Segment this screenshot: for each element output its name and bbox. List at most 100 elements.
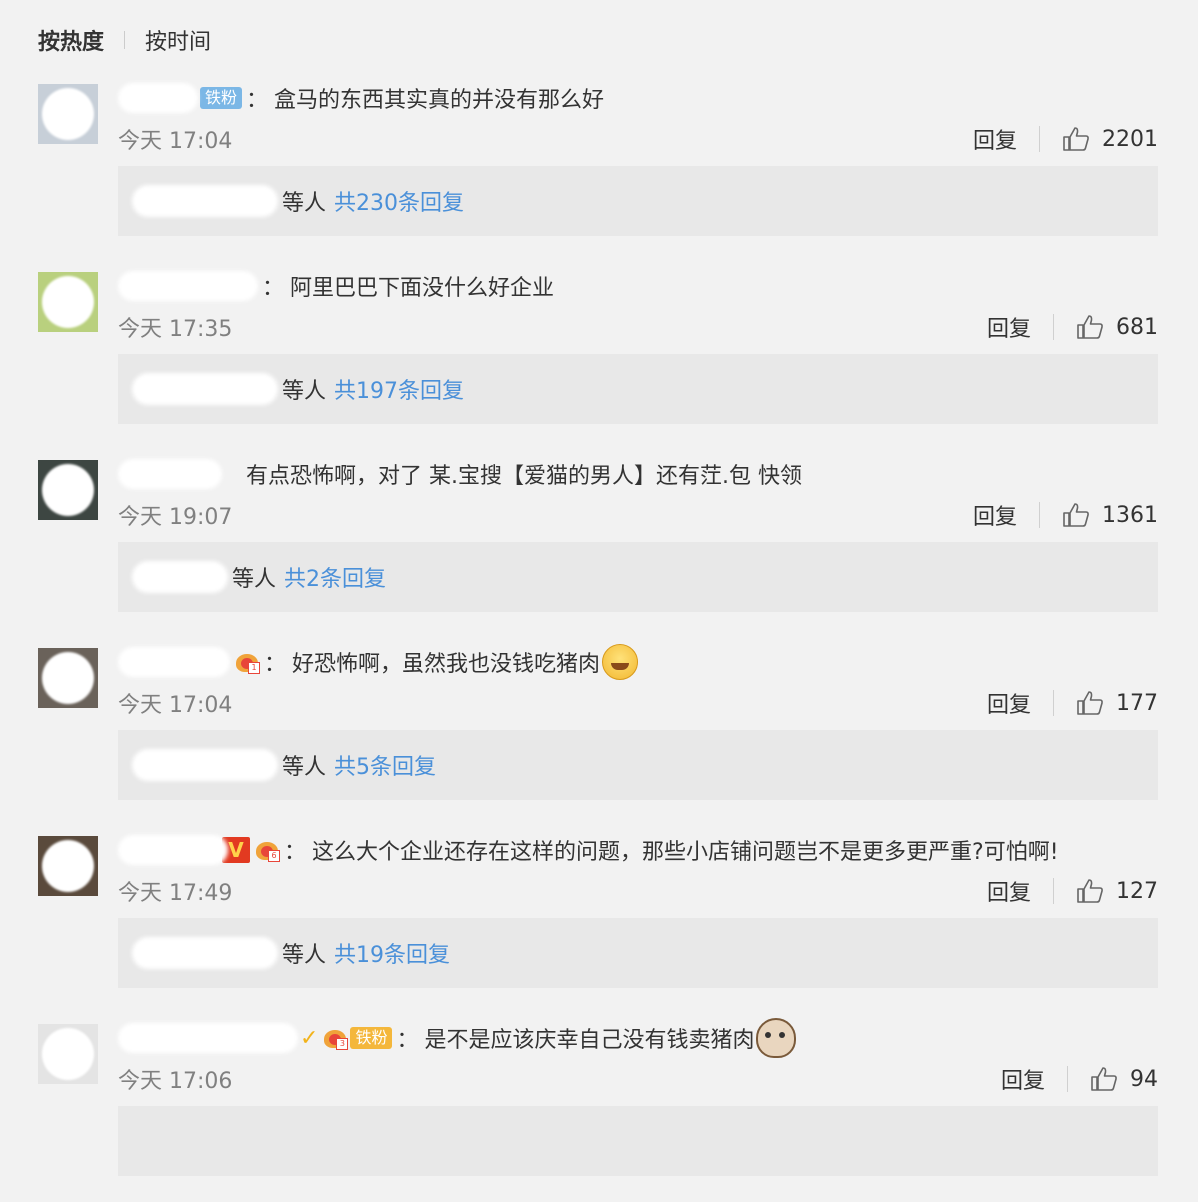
cat-face-emoji-icon [756,1018,797,1058]
avatar[interactable] [38,1024,98,1084]
comment-item: ： 阿里巴巴下面没什么好企业 今天 17:35 回复 681 等人 共197条回… [0,262,1198,450]
reply-button[interactable]: 回复 [973,123,1017,155]
colon: ： [284,840,307,865]
view-replies-link[interactable]: 共2条回复 [284,561,386,593]
comment-header: 铁粉 ： 盒马的东西其实真的并没有那么好 [118,80,604,116]
divider [1053,878,1054,904]
username-redacted[interactable] [118,459,222,489]
comment-header: 有点恐怖啊，对了 某.宝搜【爱猫的男人】还有茳.包 快领 [118,456,802,492]
comment-time: 今天 17:06 [118,1069,233,1094]
reply-button[interactable]: 回复 [1001,1063,1045,1095]
divider [1039,502,1040,528]
view-replies-link[interactable]: 共5条回复 [334,749,436,781]
divider [1053,690,1054,716]
like-count: 2201 [1102,126,1158,152]
crown-icon: 1 [234,650,260,674]
avatar[interactable] [38,460,98,520]
thumbs-up-icon[interactable] [1076,878,1104,904]
fan-badge: 铁粉 [200,87,243,109]
view-replies-link[interactable]: 共19条回复 [334,937,450,969]
comment-header: 1 ： 好恐怖啊，虽然我也没钱吃猪肉 [118,644,639,680]
divider [1067,1066,1068,1092]
comment-text: 这么大个企业还存在这样的问题，那些小店铺问题岂不是更多更严重?可怕啊! [312,840,1059,865]
colon: ： [264,652,287,677]
others-label: 等人 [282,379,327,404]
divider [1053,314,1054,340]
crown-icon: 6 [254,838,280,862]
reply-button[interactable]: 回复 [973,499,1017,531]
comment-time: 今天 17:49 [118,881,233,906]
like-count: 681 [1116,314,1158,340]
fan-badge: 铁粉 [350,1027,393,1049]
sort-by-time-tab[interactable]: 按时间 [145,24,211,56]
like-count: 1361 [1102,502,1158,528]
others-label: 等人 [282,943,327,968]
comment-meta: 今天 17:49 回复 127 [118,874,1158,908]
like-count: 94 [1130,1066,1158,1092]
others-label: 等人 [232,567,277,592]
comment-item: 有点恐怖啊，对了 某.宝搜【爱猫的男人】还有茳.包 快领 今天 19:07 回复… [0,450,1198,638]
comment-text: 是不是应该庆幸自己没有钱卖猪肉 [424,1028,755,1053]
replier-names-redacted [132,749,278,781]
username-redacted[interactable] [118,83,198,113]
reply-summary-box[interactable]: 等人 共230条回复 [118,166,1158,236]
avatar[interactable] [38,84,98,144]
colon: ： [246,88,269,113]
reply-summary-box[interactable]: 等人 共197条回复 [118,354,1158,424]
comment-meta: 今天 17:04 回复 2201 [118,122,1158,156]
username-redacted[interactable] [118,647,230,677]
divider [1039,126,1040,152]
replier-names-redacted [132,561,228,593]
comment-item: 铁粉 ： 盒马的东西其实真的并没有那么好 今天 17:04 回复 2201 等人… [0,74,1198,262]
comment-time: 今天 17:04 [118,129,233,154]
sort-by-hot-tab[interactable]: 按热度 [38,24,104,56]
laughing-tears-emoji-icon [602,644,639,680]
colon: ： [262,276,285,301]
view-replies-link[interactable]: 共230条回复 [334,185,464,217]
sort-divider [124,31,126,49]
thumbs-up-icon[interactable] [1076,690,1104,716]
comment-item: 1 ： 好恐怖啊，虽然我也没钱吃猪肉 今天 17:04 回复 177 等人 共5… [0,638,1198,826]
reply-button[interactable]: 回复 [987,875,1031,907]
like-count: 127 [1116,878,1158,904]
others-label: 等人 [282,191,327,216]
comment-header: ✓ 3 铁粉 ： 是不是应该庆幸自己没有钱卖猪肉 [118,1018,797,1058]
avatar[interactable] [38,648,98,708]
view-replies-link[interactable]: 共197条回复 [334,373,464,405]
avatar[interactable] [38,272,98,332]
comment-text: 阿里巴巴下面没什么好企业 [290,276,555,301]
colon: ： [396,1028,419,1053]
thumbs-up-icon[interactable] [1062,126,1090,152]
comment-time: 今天 17:04 [118,693,233,718]
reply-summary-box[interactable]: 等人 共19条回复 [118,918,1158,988]
thumbs-up-icon[interactable] [1090,1066,1118,1092]
reply-button[interactable]: 回复 [987,687,1031,719]
comment-meta: 今天 17:35 回复 681 [118,310,1158,344]
colon [226,462,240,487]
replier-names-redacted [132,937,278,969]
thumbs-up-icon[interactable] [1076,314,1104,340]
comment-header: V 6 ： 这么大个企业还存在这样的问题，那些小店铺问题岂不是更多更严重?可怕啊… [118,832,1059,868]
avatar[interactable] [38,836,98,896]
like-count: 177 [1116,690,1158,716]
reply-summary-box[interactable] [118,1106,1158,1176]
reply-summary-box[interactable]: 等人 共2条回复 [118,542,1158,612]
thumbs-up-icon[interactable] [1062,502,1090,528]
comment-item: V 6 ： 这么大个企业还存在这样的问题，那些小店铺问题岂不是更多更严重?可怕啊… [0,826,1198,1014]
username-redacted[interactable] [118,271,258,301]
comment-item: ✓ 3 铁粉 ： 是不是应该庆幸自己没有钱卖猪肉 今天 17:06 回复 94 [0,1014,1198,1202]
replier-names-redacted [132,185,278,217]
comment-text: 好恐怖啊，虽然我也没钱吃猪肉 [292,652,601,677]
comment-meta: 今天 17:04 回复 177 [118,686,1158,720]
verified-check-icon: ✓ [300,1025,319,1051]
comment-text: 盒马的东西其实真的并没有那么好 [274,88,605,113]
reply-button[interactable]: 回复 [987,311,1031,343]
username-redacted[interactable] [118,1023,298,1053]
comment-meta: 今天 19:07 回复 1361 [118,498,1158,532]
username-redacted[interactable] [118,835,228,865]
comment-meta: 今天 17:06 回复 94 [118,1062,1158,1096]
comment-text: 有点恐怖啊，对了 某.宝搜【爱猫的男人】还有茳.包 快领 [246,464,802,489]
reply-summary-box[interactable]: 等人 共5条回复 [118,730,1158,800]
others-label: 等人 [282,755,327,780]
comment-header: ： 阿里巴巴下面没什么好企业 [118,268,554,304]
